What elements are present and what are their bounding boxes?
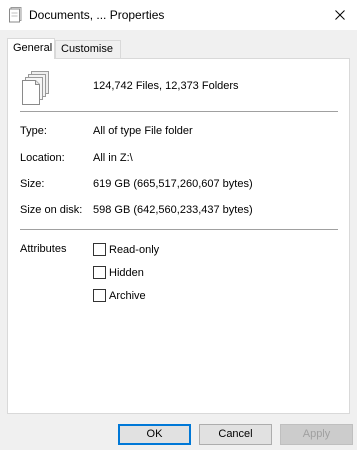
hidden-checkbox-row[interactable]: Hidden [93, 265, 144, 280]
cancel-button[interactable]: Cancel [199, 424, 272, 445]
title-bar: Documents, ... Properties [0, 0, 357, 30]
archive-checkbox-row[interactable]: Archive [93, 288, 146, 303]
read-only-checkbox-row[interactable]: Read-only [93, 242, 159, 257]
contents-count: 124,742 Files, 12,373 Folders [93, 80, 239, 92]
window-title: Documents, ... Properties [29, 8, 165, 22]
close-icon [335, 10, 345, 20]
hidden-checkbox[interactable] [93, 266, 106, 279]
type-label: Type: [20, 125, 47, 137]
size-label: Size: [20, 178, 45, 190]
apply-button[interactable]: Apply [280, 424, 353, 445]
hidden-label[interactable]: Hidden [109, 267, 144, 279]
tab-general[interactable]: General [7, 38, 55, 59]
location-label: Location: [20, 152, 65, 164]
read-only-checkbox[interactable] [93, 243, 106, 256]
attributes-label: Attributes [20, 243, 67, 255]
size-on-disk-label: Size on disk: [20, 204, 83, 216]
size-on-disk-value: 598 GB (642,560,233,437 bytes) [93, 204, 253, 216]
type-value: All of type File folder [93, 125, 193, 137]
archive-label[interactable]: Archive [109, 290, 146, 302]
close-button[interactable] [323, 0, 357, 30]
tab-customise[interactable]: Customise [55, 40, 121, 58]
location-value: All in Z:\ [93, 152, 133, 164]
archive-checkbox[interactable] [93, 289, 106, 302]
general-panel: 124,742 Files, 12,373 Folders Type: All … [7, 58, 350, 414]
folder-properties-icon [8, 7, 22, 23]
read-only-label[interactable]: Read-only [109, 244, 159, 256]
divider [20, 229, 338, 230]
multiple-files-icon [21, 71, 53, 105]
divider [20, 111, 338, 112]
size-value: 619 GB (665,517,260,607 bytes) [93, 178, 253, 190]
ok-button[interactable]: OK [118, 424, 191, 445]
